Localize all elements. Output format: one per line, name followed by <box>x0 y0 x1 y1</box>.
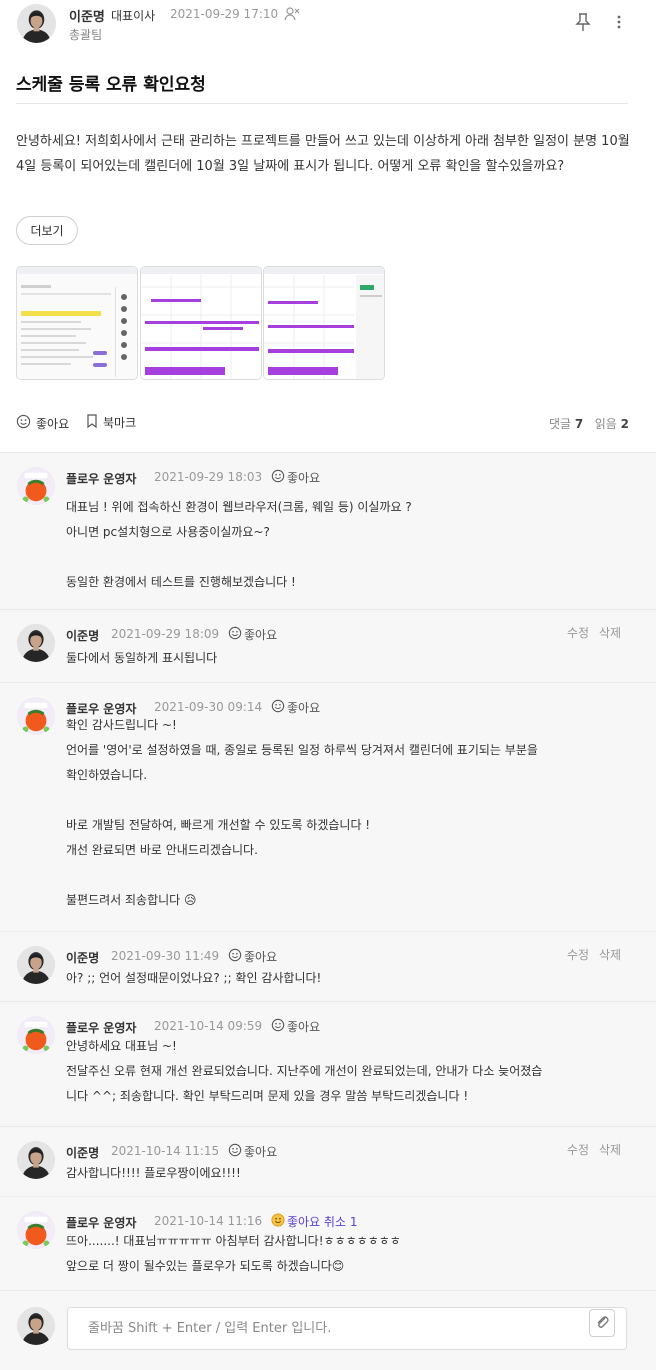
comment-time: 2021-09-30 09:14 <box>154 700 263 714</box>
comment-time: 2021-10-14 11:16 <box>154 1214 263 1228</box>
comment-text: 확인 감사드립니다 ~! 언어를 '영어'로 설정하였을 때, 종일로 등록된 … <box>66 718 538 907</box>
title-divider <box>16 103 628 104</box>
comment-text: 안녕하세요 대표님 ~! 전달주신 오류 현재 개선 완료되었습니다. 지난주에… <box>66 1039 543 1103</box>
commenter-avatar[interactable] <box>17 1141 55 1179</box>
author-name[interactable]: 이준명 <box>69 6 105 25</box>
reads-count: 2 <box>620 417 629 431</box>
edit-comment-button[interactable]: 수정 <box>567 1141 589 1158</box>
comment-like-label: 좋아요 <box>244 950 278 964</box>
comment-time: 2021-09-29 18:03 <box>154 470 263 484</box>
comment-item: 이준명 2021-09-29 18:09 좋아요 수정 삭제 둘다에서 동일하게… <box>0 610 656 683</box>
comment-time: 2021-09-29 18:09 <box>111 627 220 641</box>
delete-comment-button[interactable]: 삭제 <box>599 624 621 641</box>
share-icon[interactable] <box>284 6 300 22</box>
bookmark-button[interactable]: 북마크 <box>86 414 136 431</box>
comment-time: 2021-10-14 09:59 <box>154 1019 263 1033</box>
attachment-thumbnail-1[interactable] <box>16 266 138 380</box>
comment-input[interactable] <box>67 1307 627 1350</box>
post-title: 스케줄 등록 오류 확인요청 <box>16 75 206 95</box>
comment-item: 이준명 2021-10-14 11:15 좋아요 수정 삭제 감사합니다!!!!… <box>0 1127 656 1197</box>
smile-icon <box>271 1018 285 1035</box>
smile-icon <box>228 948 242 965</box>
comment-time: 2021-09-30 11:49 <box>111 949 220 963</box>
comment-like-label: 좋아요 <box>287 471 321 485</box>
delete-comment-button[interactable]: 삭제 <box>599 946 621 963</box>
comment-like-button[interactable]: 좋아요 <box>271 469 320 486</box>
commenter-name[interactable]: 이준명 <box>66 627 99 644</box>
my-avatar[interactable] <box>17 1307 55 1345</box>
comment-text: 대표님 ! 위에 접속하신 환경이 웹브라우저(크롬, 웨일 등) 이실까요 ?… <box>66 500 412 589</box>
comment-item: 이준명 2021-09-30 11:49 좋아요 수정 삭제 아? ;; 언어 … <box>0 932 656 1002</box>
comment-item: 플로우 운영자 2021-09-30 09:14 좋아요 확인 감사드립니다 ~… <box>0 683 656 932</box>
post-team: 총괄팀 <box>69 28 103 42</box>
smile-icon <box>271 469 285 486</box>
commenter-name[interactable]: 플로우 운영자 <box>66 470 136 487</box>
comment-like-button[interactable]: 좋아요 <box>271 1018 320 1035</box>
smile-icon <box>228 1143 242 1160</box>
comment-text: 둘다에서 동일하게 표시됩니다 <box>66 651 218 665</box>
bookmark-label: 북마크 <box>103 416 137 430</box>
commenter-avatar[interactable] <box>17 697 55 735</box>
pin-icon[interactable] <box>574 12 592 32</box>
attachment-thumbnail-2[interactable] <box>140 266 262 380</box>
more-icon[interactable] <box>610 12 628 32</box>
like-button[interactable]: 좋아요 <box>16 414 69 432</box>
commenter-avatar[interactable] <box>17 946 55 984</box>
author-avatar[interactable] <box>17 4 56 43</box>
comment-like-cancel-label: 좋아요 취소 1 <box>287 1215 358 1229</box>
attach-button[interactable] <box>589 1309 615 1337</box>
edit-comment-button[interactable]: 수정 <box>567 624 589 641</box>
paperclip-icon <box>595 1314 609 1333</box>
comment-like-button[interactable]: 좋아요 <box>228 948 277 965</box>
comment-time: 2021-10-14 11:15 <box>111 1144 220 1158</box>
comment-text: 아? ;; 언어 설정때문이었나요? ;; 확인 감사합니다! <box>66 971 322 985</box>
comment-composer <box>0 1290 656 1370</box>
post-actions: 좋아요 북마크 댓글 7 읽음 2 <box>0 410 656 436</box>
comment-like-button[interactable]: 좋아요 <box>228 626 277 643</box>
comment-list: 플로우 운영자 2021-09-29 18:03 좋아요 대표님 ! 위에 접속… <box>0 452 656 1370</box>
commenter-name[interactable]: 이준명 <box>66 949 99 966</box>
comments-count-label: 댓글 <box>548 417 572 431</box>
smile-filled-icon <box>271 1213 285 1230</box>
comment-item: 플로우 운영자 2021-10-14 09:59 좋아요 안녕하세요 대표님 ~… <box>0 1002 656 1127</box>
commenter-avatar[interactable] <box>17 624 55 662</box>
like-label: 좋아요 <box>36 416 70 431</box>
bookmark-icon <box>86 414 98 431</box>
smile-icon <box>228 626 242 643</box>
comment-text: 뜨아.......! 대표님ㅠㅠㅠㅠㅠ 아침부터 감사합니다!ㅎㅎㅎㅎㅎㅎㅎ 앞… <box>66 1234 401 1273</box>
comments-count: 7 <box>574 417 584 431</box>
post-counts: 댓글 7 읽음 2 <box>549 415 629 432</box>
commenter-avatar[interactable] <box>17 1211 55 1249</box>
commenter-avatar[interactable] <box>17 467 55 505</box>
edit-comment-button[interactable]: 수정 <box>567 946 589 963</box>
smile-icon <box>16 414 31 432</box>
commenter-name[interactable]: 이준명 <box>66 1144 99 1161</box>
more-button[interactable]: 더보기 <box>16 216 78 245</box>
reads-count-label: 읽음 <box>594 417 617 431</box>
comment-like-label: 좋아요 <box>244 628 278 642</box>
comment-like-button[interactable]: 좋아요 <box>228 1143 277 1160</box>
attachment-thumbnail-3[interactable] <box>263 266 385 380</box>
delete-comment-button[interactable]: 삭제 <box>599 1141 621 1158</box>
post-time: 2021-09-29 17:10 <box>170 7 279 21</box>
commenter-avatar[interactable] <box>17 1016 55 1054</box>
post-header: 이준명 대표이사 2021-09-29 17:10 총괄팀 <box>0 0 656 56</box>
comment-item: 플로우 운영자 2021-09-29 18:03 좋아요 대표님 ! 위에 접속… <box>0 453 656 610</box>
author-title: 대표이사 <box>111 9 156 23</box>
comment-like-label: 좋아요 <box>287 1020 321 1034</box>
post-body: 안녕하세요! 저희회사에서 근태 관리하는 프로젝트를 만들어 쓰고 있는데 이… <box>16 134 630 174</box>
comment-like-button[interactable]: 좋아요 취소 1 <box>271 1213 357 1230</box>
comment-text: 감사합니다!!!! 플로우짱이에요!!!! <box>66 1166 241 1180</box>
comment-item: 플로우 운영자 2021-10-14 11:16 좋아요 취소 1 뜨아....… <box>0 1197 656 1291</box>
comment-like-label: 좋아요 <box>244 1145 278 1159</box>
